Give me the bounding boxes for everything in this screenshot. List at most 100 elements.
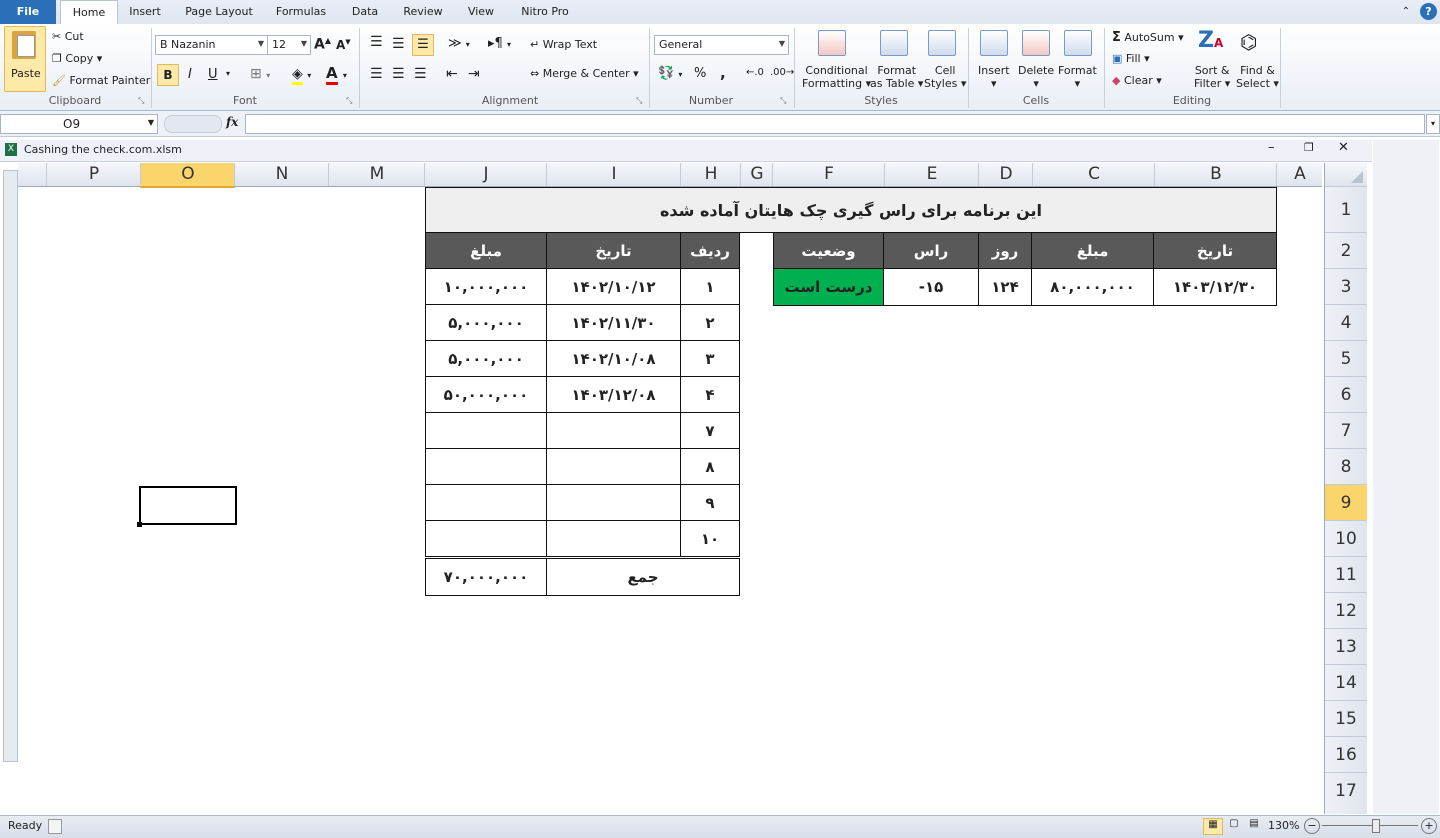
total-label-cell[interactable]: جمع	[546, 558, 740, 596]
column-header-c[interactable]: C	[1032, 163, 1155, 186]
cell-styles-button[interactable]: Cell Styles ▾	[924, 64, 966, 90]
summary-value-days[interactable]: ۱۲۴	[978, 268, 1032, 306]
list-cell-index[interactable]: ۱	[680, 268, 740, 305]
row-header-1[interactable]: 1	[1325, 186, 1367, 233]
insert-function-button[interactable]: fx	[226, 115, 238, 129]
summary-header-date[interactable]: تاریخ	[1153, 232, 1277, 269]
list-cell-index[interactable]: ۸	[680, 448, 740, 485]
name-box[interactable]: O9 ▼	[0, 114, 158, 134]
column-header-h[interactable]: H	[680, 163, 741, 186]
fill-button[interactable]: ▣ Fill ▾	[1112, 52, 1150, 65]
borders-icon[interactable]: ⊞ ▾	[250, 66, 270, 82]
tab-view[interactable]: View	[458, 0, 504, 24]
list-cell-date[interactable]: ۱۴۰۲/۱۰/۰۸	[546, 340, 681, 377]
row-header-14[interactable]: 14	[1325, 664, 1367, 701]
list-header-date[interactable]: تاریخ	[546, 232, 681, 269]
row-header-8[interactable]: 8	[1325, 448, 1367, 485]
wrap-text-button[interactable]: ↵ Wrap Text	[530, 38, 597, 51]
row-header-11[interactable]: 11	[1325, 556, 1367, 593]
chevron-down-icon[interactable]: ▾	[226, 69, 230, 78]
list-cell-index[interactable]: ۷	[680, 412, 740, 449]
percent-button[interactable]: %	[694, 66, 706, 81]
currency-icon[interactable]: 💱 ▾	[658, 66, 682, 81]
column-header-g[interactable]: G	[740, 163, 773, 186]
align-bottom-icon[interactable]: ☰	[412, 34, 434, 56]
underline-button[interactable]: U	[208, 67, 218, 82]
zoom-in-icon[interactable]: +	[1421, 818, 1437, 834]
format-button[interactable]: Format ▾	[1058, 64, 1097, 90]
column-header-d[interactable]: D	[978, 163, 1033, 186]
list-cell-index[interactable]: ۴	[680, 376, 740, 413]
list-cell-amount[interactable]: ۵,۰۰۰,۰۰۰	[425, 340, 547, 377]
autosum-button[interactable]: Σ AutoSum ▾	[1112, 30, 1184, 45]
list-cell-amount[interactable]: ۵۰,۰۰۰,۰۰۰	[425, 376, 547, 413]
font-name-select[interactable]: B Nazanin ▼	[155, 35, 268, 55]
paste-button[interactable]: Paste	[4, 26, 46, 92]
list-cell-date[interactable]	[546, 484, 681, 521]
column-header-i[interactable]: I	[546, 163, 681, 186]
macro-record-icon[interactable]	[48, 819, 62, 834]
list-cell-date[interactable]: ۱۴۰۲/۱۱/۳۰	[546, 304, 681, 341]
font-size-select[interactable]: 12 ▼	[267, 35, 311, 55]
merge-center-button[interactable]: ⇔ Merge & Center ▾	[530, 67, 639, 80]
row-header-13[interactable]: 13	[1325, 628, 1367, 665]
grow-font-icon[interactable]: A▲	[314, 36, 331, 53]
tab-insert[interactable]: Insert	[122, 0, 168, 24]
row-header-3[interactable]: 3	[1325, 268, 1367, 305]
list-cell-date[interactable]	[546, 520, 681, 557]
column-header-n[interactable]: N	[234, 163, 329, 186]
list-cell-amount[interactable]	[425, 412, 547, 449]
minimize-ribbon-icon[interactable]: ⌃	[1398, 0, 1414, 24]
row-header-15[interactable]: 15	[1325, 700, 1367, 737]
page-break-view-icon[interactable]: ▤	[1245, 818, 1263, 833]
format-as-table-button[interactable]: Format as Table ▾	[870, 64, 923, 90]
summary-value-date[interactable]: ۱۴۰۳/۱۲/۳۰	[1153, 268, 1277, 306]
minimize-window-icon[interactable]: –	[1268, 140, 1275, 155]
column-header-j[interactable]: J	[424, 163, 547, 186]
decrease-decimal-icon[interactable]: .00→	[770, 67, 794, 78]
comma-button[interactable]: ,	[720, 64, 726, 82]
font-color-icon[interactable]: A ▾	[326, 64, 347, 85]
tab-review[interactable]: Review	[396, 0, 450, 24]
list-cell-amount[interactable]: ۵,۰۰۰,۰۰۰	[425, 304, 547, 341]
tab-home[interactable]: Home	[60, 0, 118, 25]
column-header-f[interactable]: F	[772, 163, 885, 186]
number-launcher-icon[interactable]: ⤡	[780, 96, 786, 106]
zoom-out-icon[interactable]: −	[1304, 818, 1320, 834]
tab-data[interactable]: Data	[342, 0, 388, 24]
list-cell-index[interactable]: ۲	[680, 304, 740, 341]
copy-button[interactable]: ❐ Copy ▾	[52, 52, 102, 65]
increase-decimal-icon[interactable]: ←.0	[746, 67, 764, 78]
italic-button[interactable]: I	[188, 67, 192, 82]
help-icon[interactable]: ?	[1420, 3, 1437, 20]
text-direction-icon[interactable]: ▸¶ ▾	[488, 36, 511, 51]
total-value-cell[interactable]: ۷۰,۰۰۰,۰۰۰	[425, 558, 547, 596]
zoom-slider-thumb[interactable]	[1372, 819, 1380, 833]
list-cell-index[interactable]: ۱۰	[680, 520, 740, 557]
align-left-icon[interactable]: ☰	[370, 66, 383, 82]
format-painter-button[interactable]: 🖌 Format Painter	[52, 74, 150, 87]
close-window-icon[interactable]: ✕	[1338, 140, 1349, 155]
column-header-p[interactable]: P	[46, 163, 141, 186]
row-header-2[interactable]: 2	[1325, 232, 1367, 269]
align-middle-icon[interactable]: ☰	[392, 36, 405, 52]
select-all-button[interactable]	[1324, 163, 1367, 187]
column-header-o[interactable]: O	[140, 163, 235, 188]
page-layout-view-icon[interactable]: ▢	[1225, 818, 1243, 833]
tab-page-layout[interactable]: Page Layout	[178, 0, 260, 24]
zoom-slider-track[interactable]	[1322, 825, 1418, 826]
align-center-icon[interactable]: ☰	[392, 66, 405, 82]
list-cell-date[interactable]	[546, 448, 681, 485]
row-header-17[interactable]: 17	[1325, 772, 1367, 809]
list-cell-index[interactable]: ۳	[680, 340, 740, 377]
selected-cell-o9[interactable]	[137, 486, 237, 527]
number-format-select[interactable]: General ▼	[654, 35, 789, 55]
row-header-6[interactable]: 6	[1325, 376, 1367, 413]
row-header-12[interactable]: 12	[1325, 592, 1367, 629]
fill-handle[interactable]	[137, 522, 142, 527]
summary-header-days[interactable]: روز	[978, 232, 1032, 269]
delete-button[interactable]: Delete ▾	[1018, 64, 1054, 90]
summary-value-amount[interactable]: ۸۰,۰۰۰,۰۰۰	[1031, 268, 1154, 306]
orientation-icon[interactable]: ≫ ▾	[448, 36, 470, 51]
list-header-amount[interactable]: مبلغ	[425, 232, 547, 269]
